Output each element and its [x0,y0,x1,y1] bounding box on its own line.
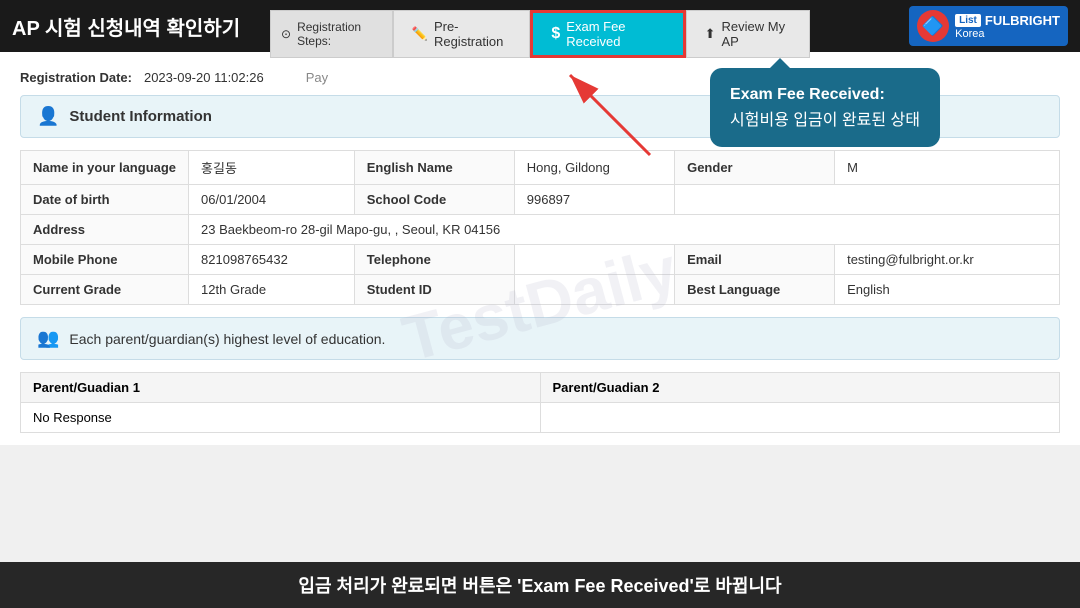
table-row: Current Grade 12th Grade Student ID Best… [21,275,1060,305]
field-value-mobile: 821098765432 [189,245,355,275]
field-value-address: 23 Baekbeom-ro 28-gil Mapo-gu, , Seoul, … [189,215,1060,245]
field-value-best-lang: English [835,275,1060,305]
field-label-telephone: Telephone [354,245,514,275]
top-bar: AP 시험 신청내역 확인하기 ⊙ Registration Steps: ✏️… [0,0,1080,52]
tab-exam-fee-received[interactable]: $ Exam Fee Received [530,10,685,58]
logo-text-area: List FULBRIGHT Korea [955,13,1060,40]
nav-tabs: ⊙ Registration Steps: ✏️ Pre-Registratio… [270,10,810,58]
field-label-english-name: English Name [354,151,514,185]
tab-pre-registration[interactable]: ✏️ Pre-Registration [393,10,531,58]
table-row: Date of birth 06/01/2004 School Code 996… [21,185,1060,215]
tooltip-bubble: Exam Fee Received: 시험비용 입금이 완료된 상태 [710,68,940,147]
field-value-gender: M [835,151,1060,185]
guardian-icon: 👥 [37,328,59,349]
field-value-telephone [514,245,674,275]
dollar-icon: $ [551,25,560,43]
field-label-mobile: Mobile Phone [21,245,189,275]
bottom-banner-text: 입금 처리가 완료되면 버튼은 'Exam Fee Received'로 바뀝니… [298,576,781,596]
guardian-title: Each parent/guardian(s) highest level of… [69,331,385,347]
reg-date-value: 2023-09-20 11:02:26 [144,70,264,85]
logo-icon: 🔷 [917,10,949,42]
tab-review-my-ap[interactable]: ⬆ Review My AP [686,10,810,58]
field-label-best-lang: Best Language [675,275,835,305]
field-label-grade: Current Grade [21,275,189,305]
guardian-col1-header: Parent/Guadian 1 [21,373,541,403]
guardian-header-row: Parent/Guadian 1 Parent/Guadian 2 [21,373,1060,403]
table-row: Address 23 Baekbeom-ro 28-gil Mapo-gu, ,… [21,215,1060,245]
field-label-address: Address [21,215,189,245]
field-value-student-id [514,275,674,305]
student-info-title: Student Information [69,108,212,125]
bottom-banner: 입금 처리가 완료되면 버튼은 'Exam Fee Received'로 바뀝니… [0,562,1080,608]
field-value-school-code: 996897 [514,185,674,215]
upload-icon: ⬆ [705,26,716,42]
tooltip-line1: Exam Fee Received: [730,82,920,108]
field-value-email: testing@fulbright.or.kr [835,245,1060,275]
field-label-name-lang: Name in your language [21,151,189,185]
pre-reg-icon: ✏️ [412,26,428,42]
logo-area: 🔷 List FULBRIGHT Korea [909,6,1068,46]
guardian-section-header: 👥 Each parent/guardian(s) highest level … [20,317,1060,360]
field-value-grade: 12th Grade [189,275,355,305]
steps-icon: ⊙ [281,27,291,41]
student-icon: 👤 [37,106,59,127]
guardian-data-row: No Response [21,403,1060,433]
tooltip-line2: 시험비용 입금이 완료된 상태 [730,108,920,134]
table-row: Name in your language 홍길동 English Name H… [21,151,1060,185]
field-label-dob: Date of birth [21,185,189,215]
field-label-school-code: School Code [354,185,514,215]
field-value-dob: 06/01/2004 [189,185,355,215]
field-label-gender: Gender [675,151,835,185]
field-label-email: Email [675,245,835,275]
logo-name: FULBRIGHT [985,13,1060,28]
logo-badge: List [955,14,981,27]
guardian-col1-value: No Response [21,403,541,433]
pay-label: Pay [306,70,328,85]
table-row: Mobile Phone 821098765432 Telephone Emai… [21,245,1060,275]
guardian-col2-value [540,403,1060,433]
guardian-col2-header: Parent/Guadian 2 [540,373,1060,403]
reg-date-label: Registration Date: [20,70,132,85]
tab-registration-steps[interactable]: ⊙ Registration Steps: [270,10,393,58]
field-empty-1 [675,185,1060,215]
field-value-name-lang: 홍길동 [189,151,355,185]
guardian-table: Parent/Guadian 1 Parent/Guadian 2 No Res… [20,372,1060,433]
field-value-english-name: Hong, Gildong [514,151,674,185]
student-info-table: Name in your language 홍길동 English Name H… [20,150,1060,305]
page-title: AP 시험 신청내역 확인하기 [12,12,240,41]
logo-sub: Korea [955,28,1060,40]
field-label-student-id: Student ID [354,275,514,305]
